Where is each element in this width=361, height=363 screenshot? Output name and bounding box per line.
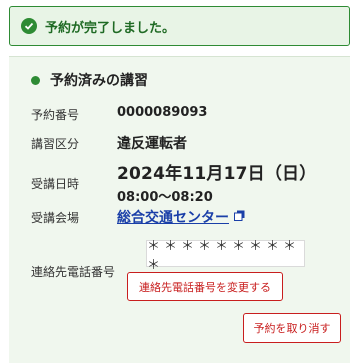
date-value: 2024年11月17日（日） [117, 164, 317, 184]
course-value: 違反運転者 [117, 136, 187, 152]
course-label: 講習区分 [31, 137, 80, 151]
venue-label: 受講会場 [31, 211, 80, 225]
venue-link[interactable]: 総合交通センター [117, 207, 245, 227]
time-value: 08:00〜08:20 [117, 190, 213, 205]
phone-masked-field: ＊＊＊＊＊＊＊＊＊＊ [146, 239, 305, 273]
change-phone-button[interactable]: 連絡先電話番号を変更する [127, 272, 283, 301]
reservation-card: 予約済みの講習 予約番号 0000089093 講習区分 違反運転者 受講日時 … [9, 56, 350, 363]
external-link-icon [234, 209, 245, 225]
check-circle-icon [21, 18, 37, 34]
success-message: 予約が完了しました。 [45, 20, 176, 36]
datetime-label: 受講日時 [31, 177, 80, 191]
reservation-number: 0000089093 [117, 105, 208, 120]
card-header: 予約済みの講習 [31, 70, 148, 90]
bullet-dot-icon [31, 75, 40, 85]
venue-link-text: 総合交通センター [117, 210, 229, 226]
phone-label: 連絡先電話番号 [31, 265, 116, 279]
card-title: 予約済みの講習 [50, 73, 148, 89]
success-alert: 予約が完了しました。 [9, 6, 350, 46]
cancel-reservation-button[interactable]: 予約を取り消す [243, 313, 341, 343]
reservation-number-label: 予約番号 [31, 108, 80, 122]
